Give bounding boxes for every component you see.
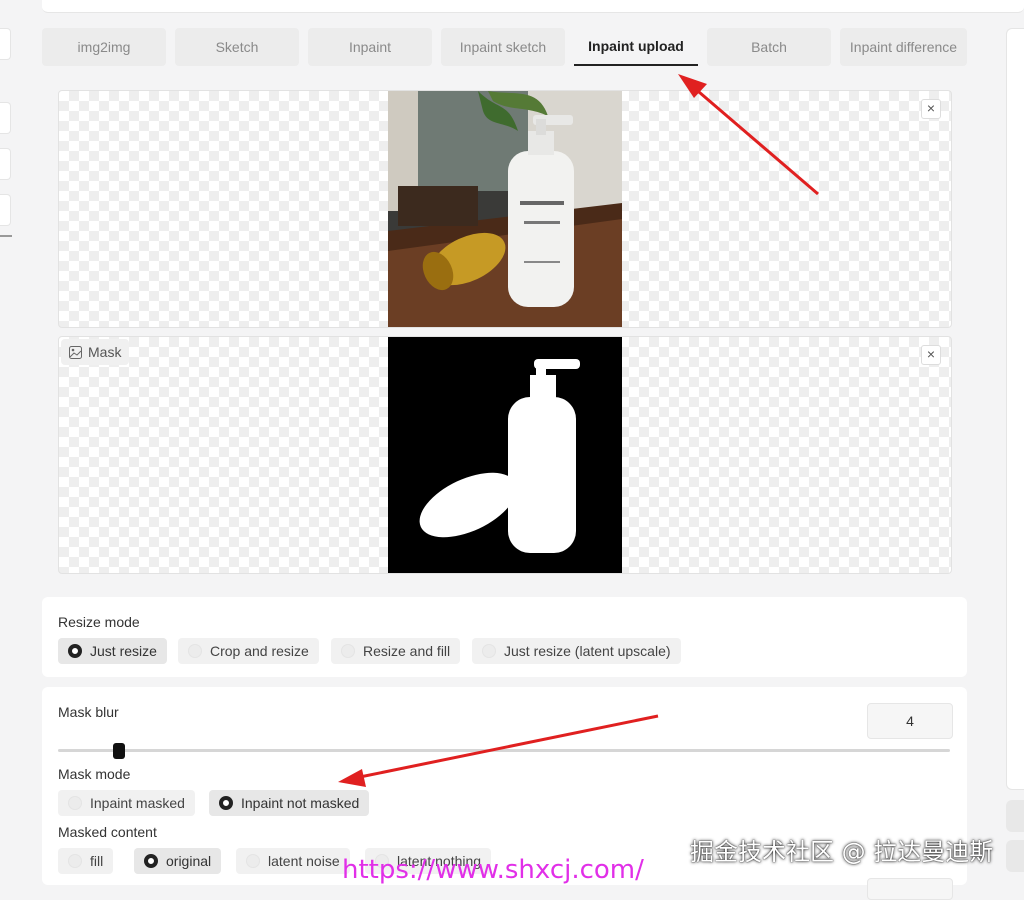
mask-blur-label: Mask blur <box>58 704 119 720</box>
radio-label: Inpaint not masked <box>241 795 360 811</box>
left-sidebar-tab[interactable] <box>0 28 11 60</box>
radio-label: latent noise <box>268 853 340 869</box>
right-panel <box>1006 28 1024 790</box>
mask-image <box>388 337 622 573</box>
radio-fill[interactable]: fill <box>58 848 114 874</box>
left-divider <box>0 235 12 237</box>
radio-dot <box>68 854 82 868</box>
tab-sketch[interactable]: Sketch <box>175 28 299 66</box>
radio-dot <box>219 796 233 810</box>
tab-inpaint[interactable]: Inpaint <box>308 28 432 66</box>
resize-mode-label: Resize mode <box>58 614 140 630</box>
radio-label: Inpaint masked <box>90 795 185 811</box>
radio-dot <box>246 854 260 868</box>
partial-input[interactable] <box>867 878 953 900</box>
radio-dot <box>68 644 82 658</box>
radio-inpaint-not-masked[interactable]: Inpaint not masked <box>209 790 370 816</box>
right-panel-button[interactable] <box>1006 800 1024 832</box>
mask-mode-label: Mask mode <box>58 766 131 782</box>
mask-blur-slider-thumb[interactable] <box>113 743 125 759</box>
radio-label: original <box>166 853 212 869</box>
radio-crop-and-resize[interactable]: Crop and resize <box>178 638 319 664</box>
right-panel-button[interactable] <box>1006 840 1024 872</box>
radio-just-resize-latent-upscale[interactable]: Just resize (latent upscale) <box>472 638 681 664</box>
radio-original[interactable]: original <box>134 848 222 874</box>
close-icon[interactable]: × <box>921 345 941 365</box>
radio-label: fill <box>90 853 104 869</box>
radio-dot <box>341 644 355 658</box>
watermark-url: https://www.shxcj.com/ <box>342 855 644 885</box>
left-sidebar-tab[interactable] <box>0 194 11 226</box>
resize-mode-card <box>42 597 967 677</box>
radio-dot <box>188 644 202 658</box>
tab-img2img[interactable]: img2img <box>42 28 166 66</box>
radio-label: Just resize (latent upscale) <box>504 643 671 659</box>
radio-dot <box>482 644 496 658</box>
mask-label: Mask <box>88 344 122 360</box>
left-sidebar-tab[interactable] <box>0 148 11 180</box>
tab-inpaint-upload[interactable]: Inpaint upload <box>574 28 698 66</box>
radio-label: Just resize <box>90 643 157 659</box>
mask-image-panel[interactable]: Mask × <box>58 336 952 574</box>
watermark-text: 掘金技术社区 @ 拉达曼迪斯 <box>690 838 994 866</box>
close-icon[interactable]: × <box>921 99 941 119</box>
mask-label-badge: Mask <box>61 339 130 365</box>
radio-label: Resize and fill <box>363 643 451 659</box>
masked-content-label: Masked content <box>58 824 157 840</box>
radio-inpaint-masked[interactable]: Inpaint masked <box>58 790 195 816</box>
inpaint-image-panel[interactable]: × <box>58 90 952 328</box>
tab-inpaint-difference[interactable]: Inpaint difference <box>840 28 967 66</box>
radio-just-resize[interactable]: Just resize <box>58 638 167 664</box>
tab-inpaint-sketch[interactable]: Inpaint sketch <box>441 28 565 66</box>
radio-dot <box>68 796 82 810</box>
image-icon <box>69 345 82 359</box>
radio-resize-and-fill[interactable]: Resize and fill <box>331 638 461 664</box>
radio-latent-noise[interactable]: latent noise <box>236 848 350 874</box>
mask-blur-input[interactable]: 4 <box>867 703 953 739</box>
left-sidebar-tab[interactable] <box>0 102 11 134</box>
tab-batch[interactable]: Batch <box>707 28 831 66</box>
radio-dot <box>144 854 158 868</box>
product-photo <box>388 91 622 327</box>
mask-blur-slider-track[interactable] <box>58 749 950 752</box>
top-bar <box>42 0 1024 13</box>
radio-label: Crop and resize <box>210 643 309 659</box>
